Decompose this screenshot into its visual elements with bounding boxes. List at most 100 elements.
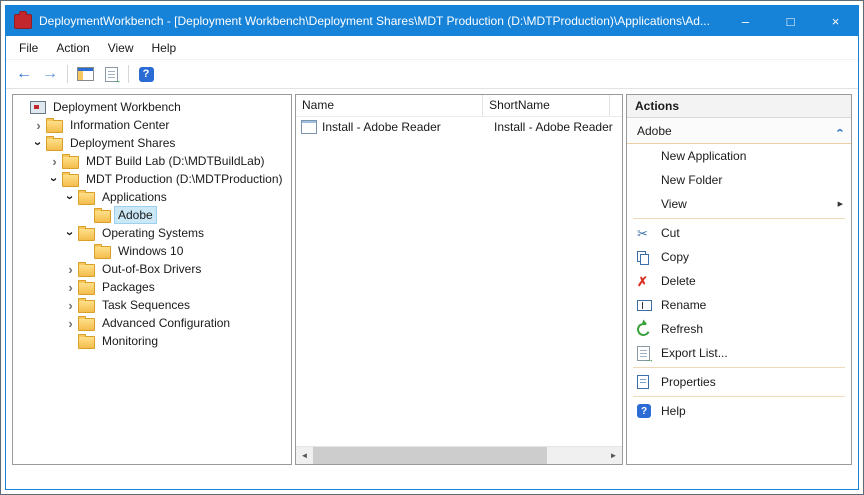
chevron-right-icon[interactable]: › [32,119,45,132]
tree-item-label-selected: Adobe [115,207,156,223]
tree-item-packages[interactable]: › Packages [13,278,291,296]
scrollbar-track[interactable] [313,447,605,464]
forward-button[interactable]: → [38,62,62,86]
title-bar: DeploymentWorkbench - [Deployment Workbe… [6,6,858,36]
action-item-delete[interactable]: ✗ Delete [627,269,851,293]
tree-item-label: Deployment Shares [67,135,178,151]
scroll-left-button[interactable]: ◄ [296,447,313,464]
minimize-button[interactable]: – [723,6,768,36]
tree-item-label: Operating Systems [99,225,207,241]
menu-bar: File Action View Help [6,36,858,59]
results-pane: Name ShortName Install - Adobe Reader In… [295,94,623,465]
help-toolbar-button[interactable]: ? [134,62,158,86]
action-item-view[interactable]: View ▶ [627,192,851,216]
action-item-refresh[interactable]: Refresh [627,317,851,341]
shared-folder-icon [62,156,79,169]
collapse-group-icon[interactable]: › [831,128,846,132]
actions-group-header[interactable]: Adobe › [627,118,851,144]
folder-icon [78,192,95,205]
tree-item-information-center[interactable]: › Information Center [13,116,291,134]
folder-icon [78,282,95,295]
tree-item-deployment-shares[interactable]: › Deployment Shares [13,134,291,152]
action-label: Cut [661,226,843,240]
folder-icon [46,138,63,151]
scroll-right-button[interactable]: ► [605,447,622,464]
tree-item-operating-systems[interactable]: › Operating Systems [13,224,291,242]
toolbar-separator [128,65,129,83]
action-label: Export List... [661,346,843,360]
chevron-right-icon[interactable]: › [64,281,77,294]
folder-icon [78,300,95,313]
column-header-filler [610,95,622,116]
list-item-name-text: Install - Adobe Reader [322,120,441,134]
tree-item-mdt-build-lab[interactable]: › MDT Build Lab (D:\MDTBuildLab) [13,152,291,170]
properties-icon [637,375,649,389]
folder-icon [78,318,95,331]
chevron-down-icon[interactable]: › [48,173,61,186]
tree-item-windows-10[interactable]: Windows 10 [13,242,291,260]
submenu-arrow-icon: ▶ [838,200,843,208]
tree-item-label: Out-of-Box Drivers [99,261,204,277]
tree-item-task-sequences[interactable]: › Task Sequences [13,296,291,314]
tree-item-label: Packages [99,279,158,295]
back-arrow-icon: ← [16,66,32,82]
tree-item-label: Applications [99,189,170,205]
scrollbar-thumb[interactable] [313,447,547,464]
chevron-right-icon[interactable]: › [64,317,77,330]
folder-icon [78,264,95,277]
actions-separator [633,218,845,219]
list-item-install-adobe-reader[interactable]: Install - Adobe Reader Install - Adobe R… [296,117,622,137]
action-item-properties[interactable]: Properties [627,370,851,394]
show-console-tree-button[interactable] [73,62,97,86]
menu-file[interactable]: File [10,38,47,58]
tree-item-label: Monitoring [99,333,161,349]
chevron-down-icon[interactable]: › [64,227,77,240]
help-icon: ? [637,404,651,418]
console-root-icon [30,101,46,114]
chevron-down-icon[interactable]: › [32,137,45,150]
action-item-new-folder[interactable]: New Folder [627,168,851,192]
window-controls: – □ × [723,6,858,36]
actions-separator [633,367,845,368]
list-header: Name ShortName [296,95,622,117]
back-button[interactable]: ← [12,62,36,86]
export-list-toolbar-button[interactable] [99,62,123,86]
help-icon: ? [139,67,154,82]
action-item-new-application[interactable]: New Application [627,144,851,168]
tree-item-out-of-box-drivers[interactable]: › Out-of-Box Drivers [13,260,291,278]
application-icon [301,120,317,134]
cut-icon: ✂ [637,227,648,240]
column-header-shortname[interactable]: ShortName [483,95,610,116]
menu-action[interactable]: Action [47,38,98,58]
folder-icon [94,210,111,223]
tree-item-monitoring[interactable]: Monitoring [13,332,291,350]
action-item-help[interactable]: ? Help [627,399,851,423]
horizontal-scrollbar[interactable]: ◄ ► [296,446,622,464]
action-item-cut[interactable]: ✂ Cut [627,221,851,245]
chevron-right-icon[interactable]: › [64,263,77,276]
tree-item-applications[interactable]: › Applications [13,188,291,206]
chevron-down-icon[interactable]: › [64,191,77,204]
tree-item-advanced-configuration[interactable]: › Advanced Configuration [13,314,291,332]
actions-separator [633,396,845,397]
action-item-rename[interactable]: Rename [627,293,851,317]
column-header-name[interactable]: Name [296,95,483,116]
menu-view[interactable]: View [99,38,143,58]
chevron-right-icon[interactable]: › [48,155,61,168]
maximize-button[interactable]: □ [768,6,813,36]
action-item-copy[interactable]: Copy [627,245,851,269]
action-label: Rename [661,298,843,312]
action-item-export-list[interactable]: Export List... [627,341,851,365]
folder-icon [78,336,95,349]
status-area [6,465,858,489]
app-window: DeploymentWorkbench - [Deployment Workbe… [5,5,859,490]
tree-item-mdt-production[interactable]: › MDT Production (D:\MDTProduction) [13,170,291,188]
close-button[interactable]: × [813,6,858,36]
menu-help[interactable]: Help [143,38,186,58]
tree-item-adobe[interactable]: Adobe [13,206,291,224]
chevron-right-icon[interactable]: › [64,299,77,312]
export-list-icon [105,67,118,82]
tree-item-deployment-workbench[interactable]: Deployment Workbench [13,98,291,116]
actions-pane: Actions Adobe › New Application New Fold… [626,94,852,465]
actions-pane-title: Actions [627,95,851,118]
